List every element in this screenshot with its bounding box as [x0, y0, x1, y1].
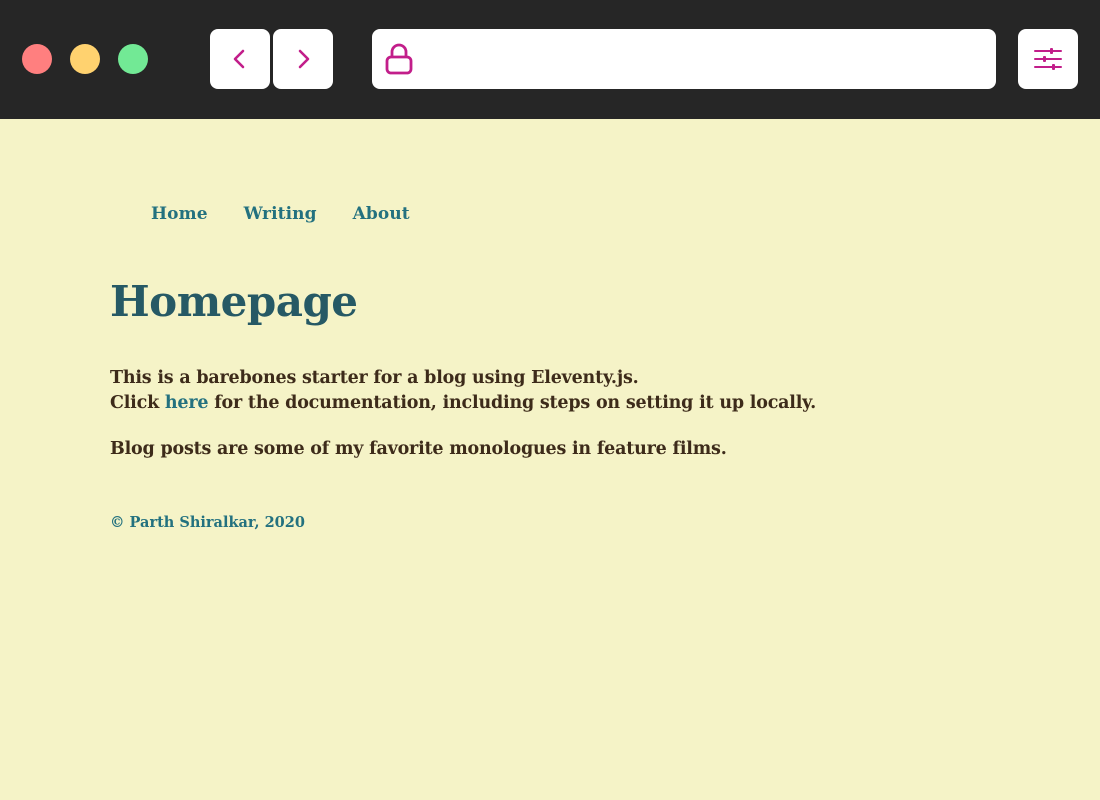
window-maximize-button[interactable]	[118, 44, 148, 74]
intro-paragraph: This is a barebones starter for a blog u…	[110, 366, 1010, 416]
footer-copyright: © Parth Shiralkar, 2020	[110, 514, 305, 531]
window-minimize-button[interactable]	[70, 44, 100, 74]
address-bar[interactable]	[372, 29, 996, 89]
settings-button[interactable]	[1018, 29, 1078, 89]
nav-link-home[interactable]: Home	[151, 204, 208, 224]
site-nav: Home Writing About	[151, 204, 410, 224]
documentation-link[interactable]: here	[165, 393, 209, 413]
chevron-left-icon	[233, 49, 245, 69]
chevron-right-icon	[298, 49, 310, 69]
click-prefix: Click	[110, 393, 165, 413]
page-title: Homepage	[110, 277, 358, 326]
intro-line-1: This is a barebones starter for a blog u…	[110, 368, 639, 388]
forward-button[interactable]	[273, 29, 333, 89]
window-close-button[interactable]	[22, 44, 52, 74]
nav-link-writing[interactable]: Writing	[244, 204, 317, 224]
click-suffix: for the documentation, including steps o…	[208, 393, 817, 413]
nav-link-about[interactable]: About	[353, 204, 410, 224]
blog-description: Blog posts are some of my favorite monol…	[110, 439, 727, 459]
lock-icon	[385, 43, 413, 75]
browser-toolbar	[0, 0, 1100, 119]
back-button[interactable]	[210, 29, 270, 89]
main-content: This is a barebones starter for a blog u…	[110, 366, 1010, 462]
sliders-icon	[1034, 48, 1062, 70]
